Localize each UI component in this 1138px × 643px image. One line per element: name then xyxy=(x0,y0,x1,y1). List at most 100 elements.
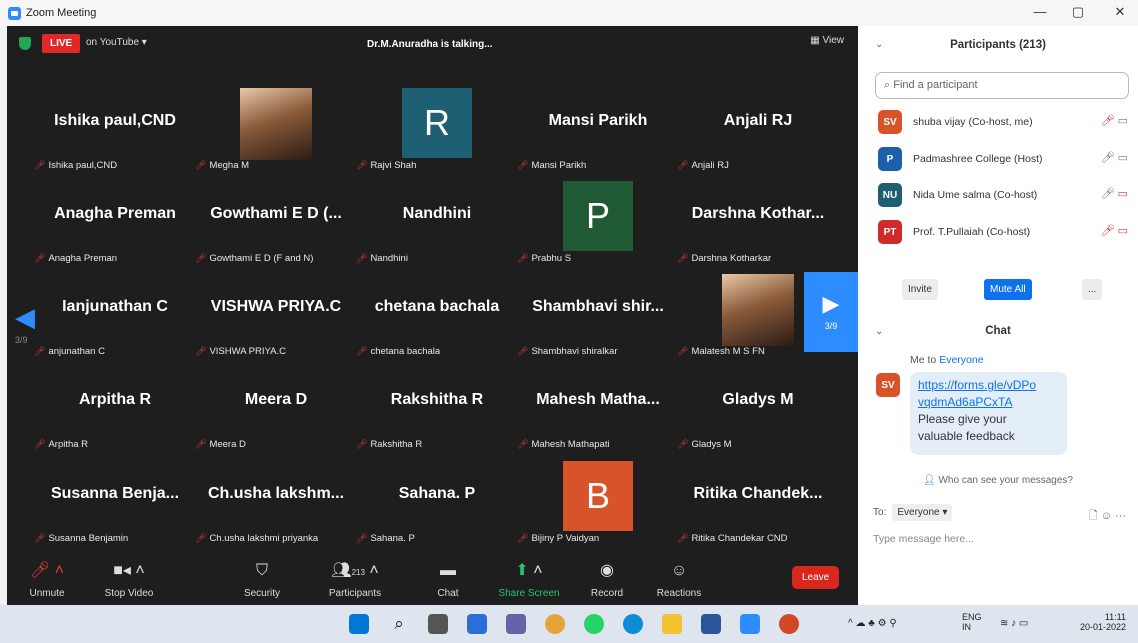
mic-icon[interactable]: 🎤︎ xyxy=(1101,188,1118,200)
file-icon[interactable]: 🗋︎ xyxy=(1089,510,1098,522)
participant-tile[interactable]: Ianjunathan C 🎤︎ anjunathan C xyxy=(32,270,198,362)
minimize-button[interactable]: — xyxy=(1030,4,1050,19)
participant-status[interactable]: 🎤︎ ▭ xyxy=(1101,151,1128,164)
chevron-right-icon: ▶ xyxy=(822,291,840,316)
mic-muted-icon: 🎤︎ xyxy=(677,346,689,356)
participant-tile[interactable]: Ch.usha lakshm... 🎤︎ Ch.usha lakshmi priya… xyxy=(193,457,359,549)
security-button[interactable]: ⛉ Security xyxy=(222,560,302,599)
widgets-icon[interactable] xyxy=(467,614,487,634)
network-volume-icon[interactable]: ≋ ♪ ▭ xyxy=(1000,618,1028,629)
word-icon[interactable] xyxy=(701,614,721,634)
chat-recipient[interactable]: Everyone xyxy=(939,354,983,366)
participant-tile[interactable]: Susanna Benja... 🎤︎ Susanna Benjamin xyxy=(32,457,198,549)
whatsapp-icon[interactable] xyxy=(584,614,604,634)
participant-tile[interactable]: Meera D 🎤︎ Meera D xyxy=(193,363,359,455)
participant-tile[interactable]: Gladys M 🎤︎ Gladys M xyxy=(675,363,841,455)
participant-status[interactable]: 🎤︎ ▭ xyxy=(1101,187,1128,200)
participant-tile[interactable]: VISHWA PRIYA.C 🎤︎ VISHWA PRIYA.C xyxy=(193,270,359,362)
participant-name-label: 🎤︎ Prabhu S xyxy=(517,253,572,264)
participant-name-label: 🎤︎ Ch.usha lakshmi priyanka xyxy=(195,533,319,544)
chat-input[interactable]: Type message here... xyxy=(873,533,974,545)
unmute-button[interactable]: 🎤︎ ˄ Unmute xyxy=(7,560,87,599)
participant-display-name: Ch.usha lakshm... xyxy=(207,485,345,502)
participant-status[interactable]: 🎤︎ ▭ xyxy=(1101,224,1128,237)
chat-link-cont[interactable]: vqdmAd6aPCxTA xyxy=(918,394,1059,411)
more-icon[interactable]: ··· xyxy=(1115,510,1126,522)
participant-tile[interactable]: Arpitha R 🎤︎ Arpitha R xyxy=(32,363,198,455)
participant-tile[interactable]: Shambhavi shir... 🎤︎ Shambhavi shiralkar xyxy=(515,270,681,362)
participant-tile[interactable]: Sahana. P 🎤︎ Sahana. P xyxy=(354,457,520,549)
participant-tile[interactable]: Rakshitha R 🎤︎ Rakshitha R xyxy=(354,363,520,455)
chat-to-select[interactable]: Everyone ▾ xyxy=(892,504,953,521)
participant-row[interactable]: P Padmashree College (Host) 🎤︎ ▭ xyxy=(878,147,1128,171)
chat-button[interactable]: ▬ Chat xyxy=(408,560,488,599)
participant-tile[interactable]: chetana bachala 🎤︎ chetana bachala xyxy=(354,270,520,362)
participant-name-label: 🎤︎ Ritika Chandekar CND xyxy=(677,533,788,544)
camera-icon[interactable]: ▭ xyxy=(1118,188,1128,200)
start-icon[interactable] xyxy=(349,614,369,634)
emoji-icon[interactable]: ☺ xyxy=(1101,510,1112,522)
tray-icons[interactable]: ^ ☁ ♣ ⚙ ⚲ xyxy=(848,618,897,629)
edge-icon[interactable] xyxy=(623,614,643,634)
participant-tile[interactable]: Anagha Preman 🎤︎ Anagha Preman xyxy=(32,177,198,269)
task-view-icon[interactable] xyxy=(428,614,448,634)
participant-tile[interactable]: Nandhini 🎤︎ Nandhini xyxy=(354,177,520,269)
participants-button[interactable]: 👥︎213 ˄ Participants xyxy=(315,560,395,599)
camera-icon[interactable]: ▭ xyxy=(1118,225,1128,237)
participant-name-label: 🎤︎ Rajvi Shah xyxy=(356,160,417,171)
participant-tile[interactable]: Ritika Chandek... 🎤︎ Ritika Chandekar CND xyxy=(675,457,841,549)
live-badge[interactable]: LIVE xyxy=(42,34,81,53)
share-screen-button[interactable]: ⬆ ˄ Share Screen xyxy=(489,560,569,599)
mic-icon[interactable]: 🎤︎ xyxy=(1101,152,1118,164)
stop-video-button[interactable]: ■◂ ˄ Stop Video xyxy=(89,560,169,599)
participant-tile[interactable]: P 🎤︎ Prabhu S xyxy=(515,177,681,269)
search-icon[interactable]: ⌕ xyxy=(389,614,409,634)
reactions-button[interactable]: ☺ Reactions xyxy=(639,560,719,599)
participant-status[interactable]: 🎤︎ ▭ xyxy=(1101,114,1128,127)
participant-tile[interactable]: Mahesh Matha... 🎤︎ Mahesh Mathapati xyxy=(515,363,681,455)
previous-page-button[interactable]: ◀ 3/9 xyxy=(15,302,39,352)
camera-icon[interactable]: ▭ xyxy=(1118,115,1128,127)
close-button[interactable]: ✕ xyxy=(1110,4,1130,20)
participant-row[interactable]: NU Nida Ume salma (Co-host) 🎤︎ ▭ xyxy=(878,183,1128,207)
invite-button[interactable]: Invite xyxy=(902,279,938,300)
participant-tile[interactable]: Darshna Kothar... 🎤︎ Darshna Kotharkar xyxy=(675,177,841,269)
language-indicator[interactable]: ENG IN xyxy=(962,612,982,632)
participant-tile[interactable]: 🎤︎ Megha M xyxy=(193,84,359,176)
mic-icon[interactable]: 🎤︎ xyxy=(1101,225,1118,237)
participant-row[interactable]: SV shuba vijay (Co-host, me) 🎤︎ ▭ xyxy=(878,110,1128,134)
avatar: B xyxy=(563,461,633,531)
participant-tile[interactable]: Ishika paul,CND 🎤︎ Ishika paul,CND xyxy=(32,84,198,176)
clock[interactable]: 11:11 20-01-2022 xyxy=(1070,612,1126,632)
chrome-icon[interactable] xyxy=(545,614,565,634)
participant-tile[interactable]: B 🎤︎ Bijiny P Vaidyan xyxy=(515,457,681,549)
participant-tile[interactable]: Anjali RJ 🎤︎ Anjali RJ xyxy=(675,84,841,176)
more-options-button[interactable]: ... xyxy=(1082,279,1103,300)
participant-row[interactable]: PT Prof. T.Pullaiah (Co-host) 🎤︎ ▭ xyxy=(878,220,1128,244)
participants-header: ⌄ Participants (213) xyxy=(858,26,1138,64)
leave-button[interactable]: Leave xyxy=(792,566,840,589)
mic-icon[interactable]: 🎤︎ xyxy=(1101,115,1118,127)
participant-name-label: 🎤︎ Malatesh M S FN xyxy=(677,346,765,357)
chat-link[interactable]: https://forms.gle/vDPo xyxy=(918,377,1059,394)
participant-tile[interactable]: Gowthami E D (... 🎤︎ Gowthami E D (F and N… xyxy=(193,177,359,269)
who-can-see-link[interactable]: 👤︎ Who can see your messages? xyxy=(858,475,1138,486)
live-target[interactable]: on YouTube ▾ xyxy=(86,37,147,48)
powerpoint-icon[interactable] xyxy=(779,614,799,634)
camera-icon[interactable]: ▭ xyxy=(1118,152,1128,164)
maximize-button[interactable]: ▢ xyxy=(1068,4,1088,20)
next-page-button[interactable]: ▶ 3/9 xyxy=(804,272,858,352)
security-shield-icon[interactable] xyxy=(19,37,31,50)
mic-muted-icon: 🎤︎ xyxy=(356,253,368,263)
participant-search-input[interactable]: ⌕ Find a participant xyxy=(875,72,1129,99)
teams-icon[interactable] xyxy=(506,614,526,634)
view-button[interactable]: ▦ View xyxy=(810,35,844,46)
record-button[interactable]: ◉ Record xyxy=(567,560,647,599)
participant-tile[interactable]: Mansi Parikh 🎤︎ Mansi Parikh xyxy=(515,84,681,176)
mute-all-button[interactable]: Mute All xyxy=(984,279,1032,300)
mic-muted-icon: 🎤︎ xyxy=(517,439,529,449)
zoom-taskbar-icon[interactable] xyxy=(740,614,760,634)
participant-display-name: Gladys M xyxy=(722,391,794,408)
file-explorer-icon[interactable] xyxy=(662,614,682,634)
participant-tile[interactable]: R 🎤︎ Rajvi Shah xyxy=(354,84,520,176)
